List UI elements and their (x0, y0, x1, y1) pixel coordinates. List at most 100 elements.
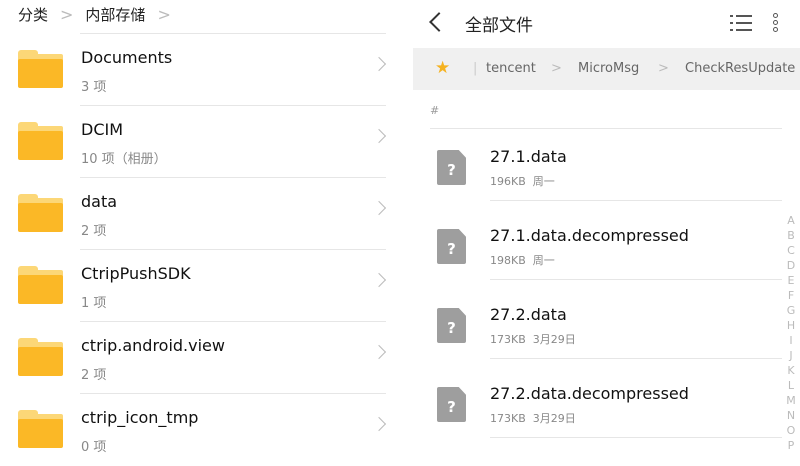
index-letter[interactable]: E (784, 273, 798, 288)
folder-name: DCIM (81, 120, 124, 139)
chevron-right-icon (371, 272, 387, 288)
divider (80, 393, 386, 394)
chevron-right-icon (371, 200, 387, 216)
divider (430, 128, 782, 129)
divider (490, 437, 782, 438)
chevron-right-icon: > (658, 61, 669, 76)
folder-icon (18, 50, 63, 88)
divider (80, 321, 386, 322)
file-meta: 173KB 3月29日 (490, 331, 576, 347)
divider (80, 177, 386, 178)
index-letter[interactable]: C (784, 243, 798, 258)
folder-count: 3 项 (81, 80, 107, 95)
index-letter[interactable]: B (784, 228, 798, 243)
file-date: 3月29日 (532, 333, 576, 346)
file-size: 198KB (490, 254, 526, 267)
divider (80, 33, 386, 34)
index-letter[interactable]: P (784, 438, 798, 453)
chevron-right-icon (371, 56, 387, 72)
index-letter[interactable]: I (784, 333, 798, 348)
path-tencent[interactable]: tencent (486, 61, 536, 76)
index-letter[interactable]: M (784, 393, 798, 408)
index-letter[interactable]: O (784, 423, 798, 438)
divider (490, 358, 782, 359)
alphabet-index[interactable]: ABCDEFGHIJKLMNOP (784, 213, 798, 453)
divider (80, 249, 386, 250)
file-item[interactable]: ? 27.2.data 173KB 3月29日 (410, 305, 790, 387)
storage-panel: 分类 > 内部存储 > Documents 3 项 DCIM 10 项（相册） … (0, 0, 400, 455)
folder-item[interactable]: data 2 项 (0, 177, 400, 249)
divider (490, 200, 782, 201)
divider: | (473, 61, 478, 76)
folder-item[interactable]: ctrip.android.view 2 项 (0, 321, 400, 393)
file-meta: 196KB 周一 (490, 173, 555, 189)
chevron-right-icon: > (157, 5, 171, 24)
folder-item[interactable]: ctrip_icon_tmp 0 项 (0, 393, 400, 465)
chevron-right-icon: > (60, 5, 74, 24)
star-icon[interactable]: ★ (435, 58, 450, 78)
breadcrumb-internal-storage[interactable]: 内部存储 (85, 4, 145, 25)
folder-count: 1 项 (81, 296, 107, 311)
folder-icon (18, 194, 63, 232)
folder-count: 0 项 (81, 440, 107, 455)
path-checkresupdate[interactable]: CheckResUpdate (685, 61, 795, 76)
file-item[interactable]: ? 27.2.data.decompressed 173KB 3月29日 (410, 384, 790, 466)
folder-count: 2 项 (81, 224, 107, 239)
folder-name: CtripPushSDK (81, 264, 191, 283)
folder-name: Documents (81, 48, 173, 67)
path-bar: ★ | tencent > MicroMsg > CheckResUpdate (413, 48, 800, 90)
index-letter[interactable]: A (784, 213, 798, 228)
file-meta: 173KB 3月29日 (490, 410, 576, 426)
index-letter[interactable]: K (784, 363, 798, 378)
file-name: 27.1.data (490, 147, 567, 166)
more-options-icon[interactable] (773, 13, 779, 34)
index-letter[interactable]: H (784, 318, 798, 333)
unknown-file-icon: ? (437, 229, 466, 264)
file-name: 27.1.data.decompressed (490, 226, 689, 245)
index-letter[interactable]: J (784, 348, 798, 363)
section-header: # (430, 104, 440, 117)
folder-item[interactable]: DCIM 10 项（相册） (0, 105, 400, 177)
file-item[interactable]: ? 27.1.data.decompressed 198KB 周一 (410, 226, 790, 308)
folder-icon (18, 266, 63, 304)
chevron-right-icon: > (551, 61, 562, 76)
folder-item[interactable]: CtripPushSDK 1 项 (0, 249, 400, 321)
folder-name: data (81, 192, 118, 211)
index-letter[interactable]: G (784, 303, 798, 318)
index-letter[interactable]: D (784, 258, 798, 273)
file-date: 3月29日 (532, 412, 576, 425)
folder-name: ctrip_icon_tmp (81, 408, 199, 427)
index-letter[interactable]: F (784, 288, 798, 303)
folder-item[interactable]: Documents 3 项 (0, 33, 400, 105)
file-item[interactable]: ? 27.1.data 196KB 周一 (410, 147, 790, 229)
unknown-file-icon: ? (437, 150, 466, 185)
file-size: 196KB (490, 175, 526, 188)
folder-count: 10 项（相册） (81, 152, 167, 167)
divider (80, 105, 386, 106)
folder-icon (18, 122, 63, 160)
chevron-right-icon (371, 344, 387, 360)
breadcrumb-category[interactable]: 分类 (18, 4, 48, 25)
path-micromsg[interactable]: MicroMsg (578, 61, 639, 76)
all-files-panel: 全部文件 ★ | tencent > MicroMsg > CheckResUp… (410, 0, 800, 455)
folder-icon (18, 338, 63, 376)
index-letter[interactable]: N (784, 408, 798, 423)
chevron-right-icon (371, 416, 387, 432)
folder-icon (18, 410, 63, 448)
chevron-right-icon (371, 128, 387, 144)
back-icon[interactable] (429, 12, 449, 32)
file-date: 周一 (532, 254, 555, 267)
file-meta: 198KB 周一 (490, 252, 555, 268)
list-view-icon[interactable] (730, 14, 752, 32)
unknown-file-icon: ? (437, 308, 466, 343)
divider (490, 279, 782, 280)
index-letter[interactable]: L (784, 378, 798, 393)
file-name: 27.2.data.decompressed (490, 384, 689, 403)
breadcrumb: 分类 > 内部存储 > (18, 4, 183, 25)
file-size: 173KB (490, 333, 526, 346)
folder-count: 2 项 (81, 368, 107, 383)
file-name: 27.2.data (490, 305, 567, 324)
unknown-file-icon: ? (437, 387, 466, 422)
file-date: 周一 (532, 175, 555, 188)
page-title: 全部文件 (465, 16, 533, 36)
